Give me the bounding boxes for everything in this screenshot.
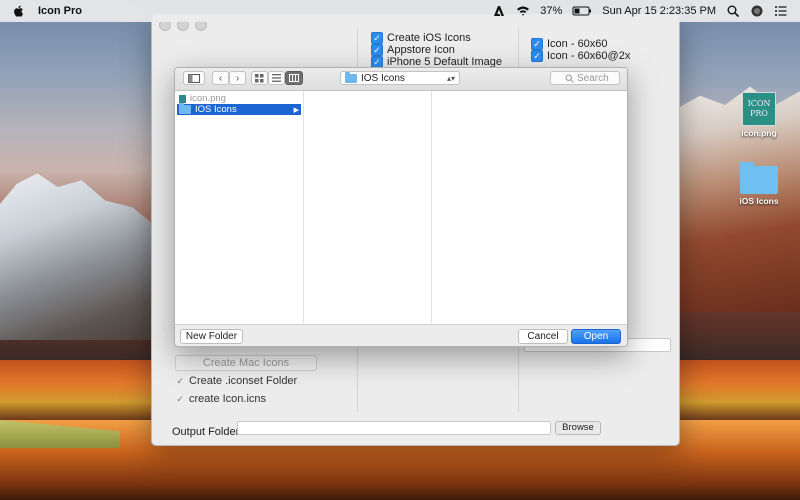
icon-pro-tile-icon: ICON PRO [742, 92, 776, 126]
siri-icon[interactable] [750, 4, 764, 18]
forward-button[interactable]: › [229, 71, 246, 85]
checkbox-checked-icon: ✓ [371, 32, 383, 44]
search-placeholder: Search [577, 72, 609, 84]
folder-item-ios-icons[interactable]: IOS Icons ▶ [177, 103, 301, 115]
checkbox-checked-icon: ✓ [176, 394, 184, 404]
back-button[interactable]: ‹ [212, 71, 229, 85]
png-file-icon [179, 94, 186, 103]
folder-icon [179, 103, 191, 114]
menu-bar-clock[interactable]: Sun Apr 15 2:23:35 PM [602, 5, 716, 17]
checkbox-label: Icon - 60x60 [547, 38, 608, 50]
browser-column-1[interactable]: icon.png IOS Icons ▶ [175, 91, 304, 323]
checkbox-checked-icon: ✓ [371, 44, 383, 56]
cancel-button[interactable]: Cancel [518, 329, 568, 344]
location-popup[interactable]: IOS Icons ▴▾ [340, 71, 460, 85]
search-field[interactable]: Search [550, 71, 620, 85]
open-button[interactable]: Open [571, 329, 621, 344]
chevron-right-icon: › [235, 72, 240, 84]
desktop-item-label: icon.png [741, 128, 777, 138]
icon-60-checkbox[interactable]: ✓ Icon - 60x60 [531, 38, 608, 50]
column-view-icon [289, 74, 299, 82]
create-ios-icons-checkbox[interactable]: ✓ Create iOS Icons [371, 32, 471, 44]
grid-view-icon [255, 73, 264, 82]
column-view-button[interactable] [285, 71, 303, 85]
battery-icon[interactable] [572, 4, 592, 18]
checkbox-label: Create .iconset Folder [189, 375, 298, 387]
desktop-file-icon-png[interactable]: ICON PRO icon.png [731, 92, 787, 138]
icon-pro-tile-text: ICON PRO [747, 99, 771, 118]
folder-item-label: IOS Icons [195, 104, 237, 115]
folder-icon [345, 71, 357, 83]
icon-60-2x-checkbox[interactable]: ✓ Icon - 60x60@2x [531, 50, 630, 62]
checkbox-label: Icon - 60x60@2x [547, 50, 631, 62]
open-file-dialog: ‹ › IOS Icons ▴▾ Search icon.png IOS Ico… [174, 67, 628, 347]
wifi-icon[interactable] [516, 4, 530, 18]
browse-button[interactable]: Browse [555, 421, 601, 435]
disclosure-arrow-icon: ▶ [293, 106, 299, 114]
search-icon [565, 74, 574, 83]
notification-center-icon[interactable] [774, 4, 788, 18]
file-item-icon-png[interactable]: icon.png [177, 93, 301, 104]
chevron-left-icon: ‹ [218, 72, 223, 84]
menu-bar: Icon Pro 37% Sun Apr 15 2:23:35 PM [0, 0, 800, 22]
dialog-toolbar: ‹ › IOS Icons ▴▾ Search [175, 68, 627, 91]
updown-chevron-icon: ▴▾ [446, 74, 455, 83]
file-item-label: icon.png [190, 93, 226, 104]
spotlight-search-icon[interactable] [726, 4, 740, 18]
adobe-icon[interactable] [492, 4, 506, 18]
icon-view-button[interactable] [251, 71, 268, 85]
sidebar-toggle-button[interactable] [183, 71, 205, 85]
folder-icon [740, 162, 778, 194]
list-view-button[interactable] [268, 71, 285, 85]
checkbox-label: create Icon.icns [189, 393, 267, 405]
apple-menu-icon[interactable] [12, 4, 26, 18]
dialog-button-bar: New Folder Cancel Open [175, 324, 627, 346]
browser-column-3[interactable] [432, 91, 626, 323]
desktop-item-label: iOS Icons [739, 196, 779, 206]
checkbox-checked-icon: ✓ [531, 50, 543, 62]
create-icon-icns-checkbox[interactable]: ✓ create Icon.icns [175, 393, 266, 405]
sidebar-icon [188, 73, 200, 83]
menu-bar-status: 37% Sun Apr 15 2:23:35 PM [492, 0, 800, 22]
checkbox-label: Appstore Icon [387, 44, 455, 56]
browser-column-2[interactable] [304, 91, 432, 323]
checkbox-checked-icon: ✓ [531, 38, 543, 50]
output-folder-field[interactable] [237, 421, 551, 435]
battery-percent: 37% [540, 5, 563, 17]
app-menu-name[interactable]: Icon Pro [38, 5, 82, 17]
create-iconset-folder-checkbox[interactable]: ✓ Create .iconset Folder [175, 375, 297, 387]
desktop-folder-ios-icons[interactable]: iOS Icons [731, 158, 787, 206]
mountain-left [0, 173, 170, 340]
new-folder-button[interactable]: New Folder [180, 329, 243, 344]
checkbox-checked-icon: ✓ [176, 376, 184, 386]
create-mac-icons-button[interactable]: Create Mac Icons [175, 355, 317, 371]
appstore-icon-checkbox[interactable]: ✓ Appstore Icon [371, 44, 455, 56]
checkbox-label: Create iOS Icons [387, 32, 471, 44]
output-folder-label: Output Folder [172, 426, 240, 438]
list-view-icon [272, 74, 281, 82]
location-label: IOS Icons [361, 72, 405, 84]
